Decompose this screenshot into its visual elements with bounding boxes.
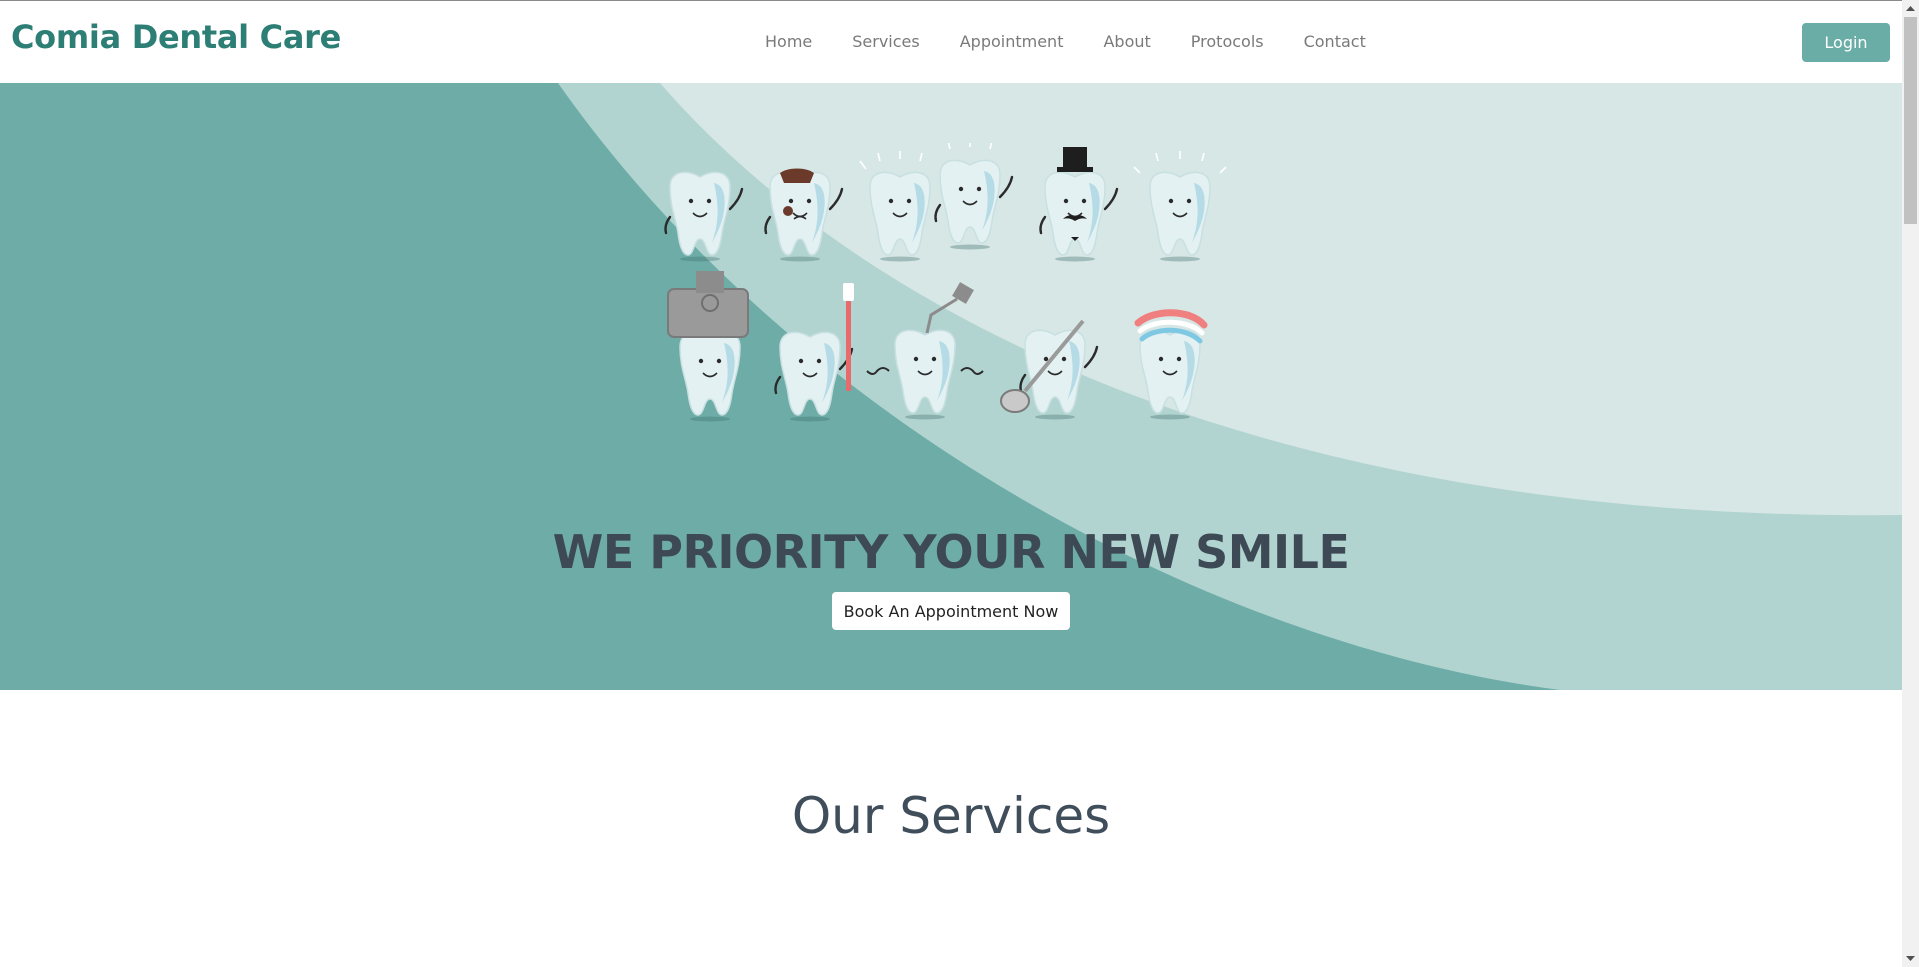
- nav-link-home[interactable]: Home: [745, 1, 832, 83]
- nav-link-protocols[interactable]: Protocols: [1171, 1, 1284, 83]
- vertical-scrollbar[interactable]: [1902, 0, 1919, 967]
- scroll-down-arrow-icon[interactable]: [1902, 950, 1919, 967]
- nav-link-services[interactable]: Services: [832, 1, 939, 83]
- book-appointment-button[interactable]: Book An Appointment Now: [832, 592, 1070, 630]
- login-button[interactable]: Login: [1802, 23, 1890, 62]
- tooth-mascot-illustration: [664, 143, 1227, 423]
- nav-link-contact[interactable]: Contact: [1284, 1, 1386, 83]
- hero-section: WE PRIORITY YOUR NEW SMILE Book An Appoi…: [0, 83, 1902, 690]
- page: Comia Dental Care Home Services Appointm…: [0, 0, 1902, 967]
- brand-logo[interactable]: Comia Dental Care: [11, 18, 341, 56]
- scroll-up-arrow-icon[interactable]: [1902, 0, 1919, 17]
- scrollbar-thumb[interactable]: [1904, 17, 1917, 224]
- hero-title: WE PRIORITY YOUR NEW SMILE: [552, 525, 1350, 579]
- main-nav: Home Services Appointment About Protocol…: [745, 1, 1386, 83]
- services-heading: Our Services: [791, 786, 1111, 845]
- navbar: Comia Dental Care Home Services Appointm…: [0, 1, 1902, 83]
- nav-link-about[interactable]: About: [1083, 1, 1170, 83]
- nav-link-appointment[interactable]: Appointment: [940, 1, 1084, 83]
